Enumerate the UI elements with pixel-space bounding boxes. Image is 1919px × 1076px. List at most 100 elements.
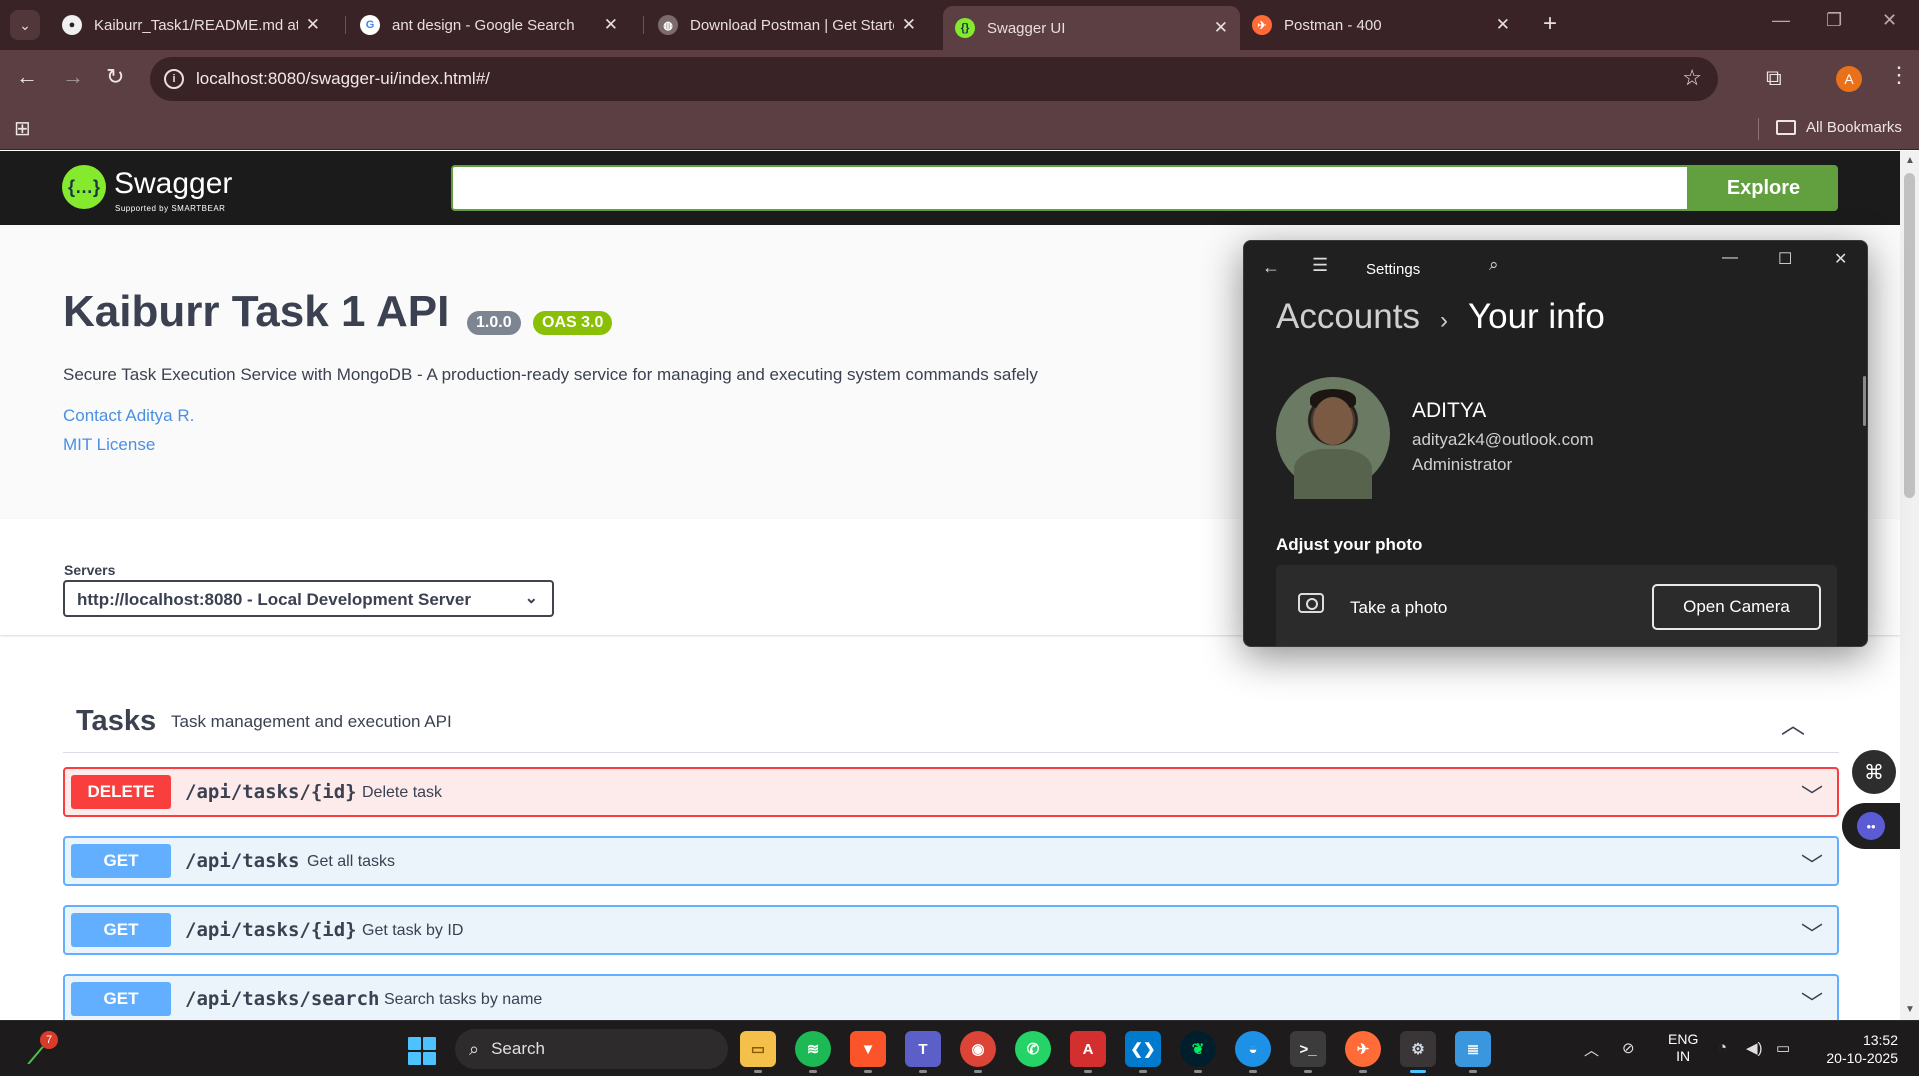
spec-url-input[interactable]	[451, 165, 1689, 211]
tag-section-tasks[interactable]: Tasks Task management and execution API …	[63, 693, 1839, 753]
browser-menu-icon[interactable]: ⋮	[1888, 62, 1910, 88]
hamburger-menu-icon[interactable]: ☰	[1312, 255, 1328, 276]
settings-scrollbar[interactable]	[1863, 376, 1866, 426]
postman-icon[interactable]: ✈	[1345, 1031, 1381, 1073]
minimize-icon[interactable]: —	[1772, 10, 1790, 31]
mongodb-compass-icon[interactable]: ❦	[1180, 1031, 1216, 1073]
contact-link[interactable]: Contact Aditya R.	[63, 406, 194, 426]
apps-grid-icon[interactable]: ⊞	[14, 116, 31, 141]
scrollbar-thumb[interactable]	[1904, 173, 1915, 498]
settings-icon[interactable]: ⚙	[1400, 1031, 1436, 1073]
chevron-down-icon: ⌄	[524, 590, 538, 607]
spotify-icon[interactable]: ≋	[795, 1031, 831, 1073]
file-explorer-icon[interactable]: ▭	[740, 1031, 776, 1073]
all-bookmarks-button[interactable]: All Bookmarks	[1776, 119, 1902, 136]
chevron-down-icon[interactable]: ﹀	[1801, 917, 1823, 949]
tab-google-search[interactable]: G ant design - Google Search ✕	[348, 6, 630, 44]
acrobat-icon[interactable]: A	[1070, 1031, 1106, 1073]
new-tab-button[interactable]: +	[1543, 10, 1557, 38]
chevron-down-icon[interactable]: ﹀	[1801, 848, 1823, 880]
tab-swagger-ui[interactable]: {} Swagger UI ✕	[943, 6, 1240, 50]
reload-icon[interactable]: ↻	[106, 64, 124, 90]
bookmark-star-icon[interactable]: ☆	[1682, 65, 1702, 91]
page-scrollbar[interactable]: ▲ ▼	[1900, 151, 1919, 1020]
camera-icon	[1298, 593, 1324, 613]
taskbar-search[interactable]: ⌕ Search	[455, 1029, 728, 1069]
terminal-icon[interactable]: >_	[1290, 1031, 1326, 1073]
teams-icon[interactable]: T	[905, 1031, 941, 1073]
chevron-down-icon[interactable]: ﹀	[1801, 779, 1823, 811]
swagger-brand-sub: Supported by SMARTBEAR	[115, 204, 226, 213]
back-arrow-icon[interactable]: ←	[16, 64, 38, 90]
operation-get-task-by-id[interactable]: GET /api/tasks/{id} Get task by ID ﹀	[63, 905, 1839, 955]
widgets-button[interactable]: ⟋ 7	[26, 1031, 62, 1068]
system-clock[interactable]: 13:52 20-10-2025	[1818, 1031, 1898, 1067]
show-hidden-icons-icon[interactable]: ︿	[1584, 1039, 1599, 1060]
adjust-photo-heading: Adjust your photo	[1276, 535, 1423, 554]
user-avatar	[1276, 377, 1390, 499]
user-email: aditya2k4@outlook.com	[1412, 430, 1594, 449]
site-info-icon[interactable]: i	[164, 69, 184, 89]
api-description: Secure Task Execution Service with Mongo…	[63, 365, 1038, 384]
docker-icon[interactable]: ◒	[1235, 1031, 1271, 1073]
tab-search-menu-button[interactable]: ⌄	[10, 10, 40, 40]
method-badge: GET	[71, 844, 171, 878]
notepad-icon[interactable]: ≣	[1455, 1031, 1491, 1073]
tab-separator	[345, 16, 346, 34]
volume-icon[interactable]: ◀)	[1746, 1039, 1763, 1057]
open-camera-button[interactable]: Open Camera	[1652, 584, 1821, 630]
operation-search-tasks[interactable]: GET /api/tasks/search Search tasks by na…	[63, 974, 1839, 1020]
explore-button[interactable]: Explore	[1689, 165, 1838, 211]
servers-select[interactable]: http://localhost:8080 - Local Developmen…	[63, 580, 554, 617]
battery-icon[interactable]: ▭	[1776, 1039, 1790, 1057]
swagger-logo-icon[interactable]: {…}	[62, 165, 106, 209]
close-tab-icon[interactable]: ✕	[902, 15, 916, 35]
tab-download-postman[interactable]: ◍ Download Postman | Get Starte ✕	[646, 6, 928, 44]
brave-icon[interactable]: ▼	[850, 1031, 886, 1073]
forward-arrow-icon[interactable]: →	[62, 64, 84, 90]
address-bar[interactable]: i localhost:8080/swagger-ui/index.html#/…	[150, 57, 1718, 101]
breadcrumb-accounts[interactable]: Accounts	[1276, 297, 1420, 337]
extensions-puzzle-icon[interactable]: ⧉	[1766, 65, 1782, 91]
method-badge: DELETE	[71, 775, 171, 809]
operation-get-all-tasks[interactable]: GET /api/tasks Get all tasks ﹀	[63, 836, 1839, 886]
back-arrow-icon[interactable]: ←	[1262, 257, 1280, 278]
take-photo-label: Take a photo	[1350, 598, 1448, 617]
chevron-down-icon[interactable]: ﹀	[1801, 986, 1823, 1018]
vscode-icon[interactable]: ❮❯	[1125, 1031, 1161, 1073]
operation-delete-task[interactable]: DELETE /api/tasks/{id} Delete task ﹀	[63, 767, 1839, 817]
restore-icon[interactable]: ❐	[1826, 10, 1842, 31]
search-icon[interactable]: ⌕	[1489, 255, 1499, 275]
close-tab-icon[interactable]: ✕	[1214, 18, 1228, 38]
operation-path: /api/tasks/search	[185, 988, 380, 1010]
browser-tab-strip: ⌄ ● Kaiburr_Task1/README.md at m ✕ G ant…	[0, 0, 1919, 50]
close-icon[interactable]: ✕	[1834, 249, 1847, 269]
breadcrumb-your-info: Your info	[1467, 297, 1605, 336]
chevron-up-icon[interactable]: ︿	[1781, 705, 1805, 740]
operation-path: /api/tasks/{id}	[185, 781, 357, 803]
floating-command-icon[interactable]: ⌘	[1852, 750, 1896, 794]
search-icon: ⌕	[469, 1038, 480, 1059]
tab-postman[interactable]: ✈ Postman - 400 ✕	[1240, 6, 1522, 44]
close-tab-icon[interactable]: ✕	[604, 15, 618, 35]
whatsapp-icon[interactable]: ✆	[1015, 1031, 1051, 1067]
chrome-icon[interactable]: ◉	[960, 1031, 996, 1073]
minimize-icon[interactable]: —	[1722, 249, 1738, 267]
close-tab-icon[interactable]: ✕	[306, 15, 320, 35]
license-link[interactable]: MIT License	[63, 435, 155, 455]
maximize-icon[interactable]: ☐	[1778, 249, 1792, 269]
profile-avatar[interactable]: A	[1836, 66, 1862, 92]
tab-github-readme[interactable]: ● Kaiburr_Task1/README.md at m ✕	[50, 6, 332, 44]
close-window-icon[interactable]: ✕	[1882, 10, 1897, 31]
sync-off-icon[interactable]: ⊘	[1622, 1039, 1635, 1057]
floating-assistant-button[interactable]: ••	[1842, 803, 1900, 849]
operation-summary: Get all tasks	[307, 853, 396, 870]
scroll-down-arrow-icon[interactable]: ▼	[1905, 1004, 1915, 1015]
input-language[interactable]: ENG IN	[1668, 1031, 1698, 1065]
close-tab-icon[interactable]: ✕	[1496, 15, 1510, 35]
wifi-icon[interactable]: ◔	[1718, 1039, 1727, 1056]
start-button[interactable]	[408, 1037, 436, 1065]
tag-description: Task management and execution API	[171, 712, 452, 731]
widget-badge: 7	[40, 1031, 58, 1049]
scroll-up-arrow-icon[interactable]: ▲	[1905, 155, 1915, 166]
